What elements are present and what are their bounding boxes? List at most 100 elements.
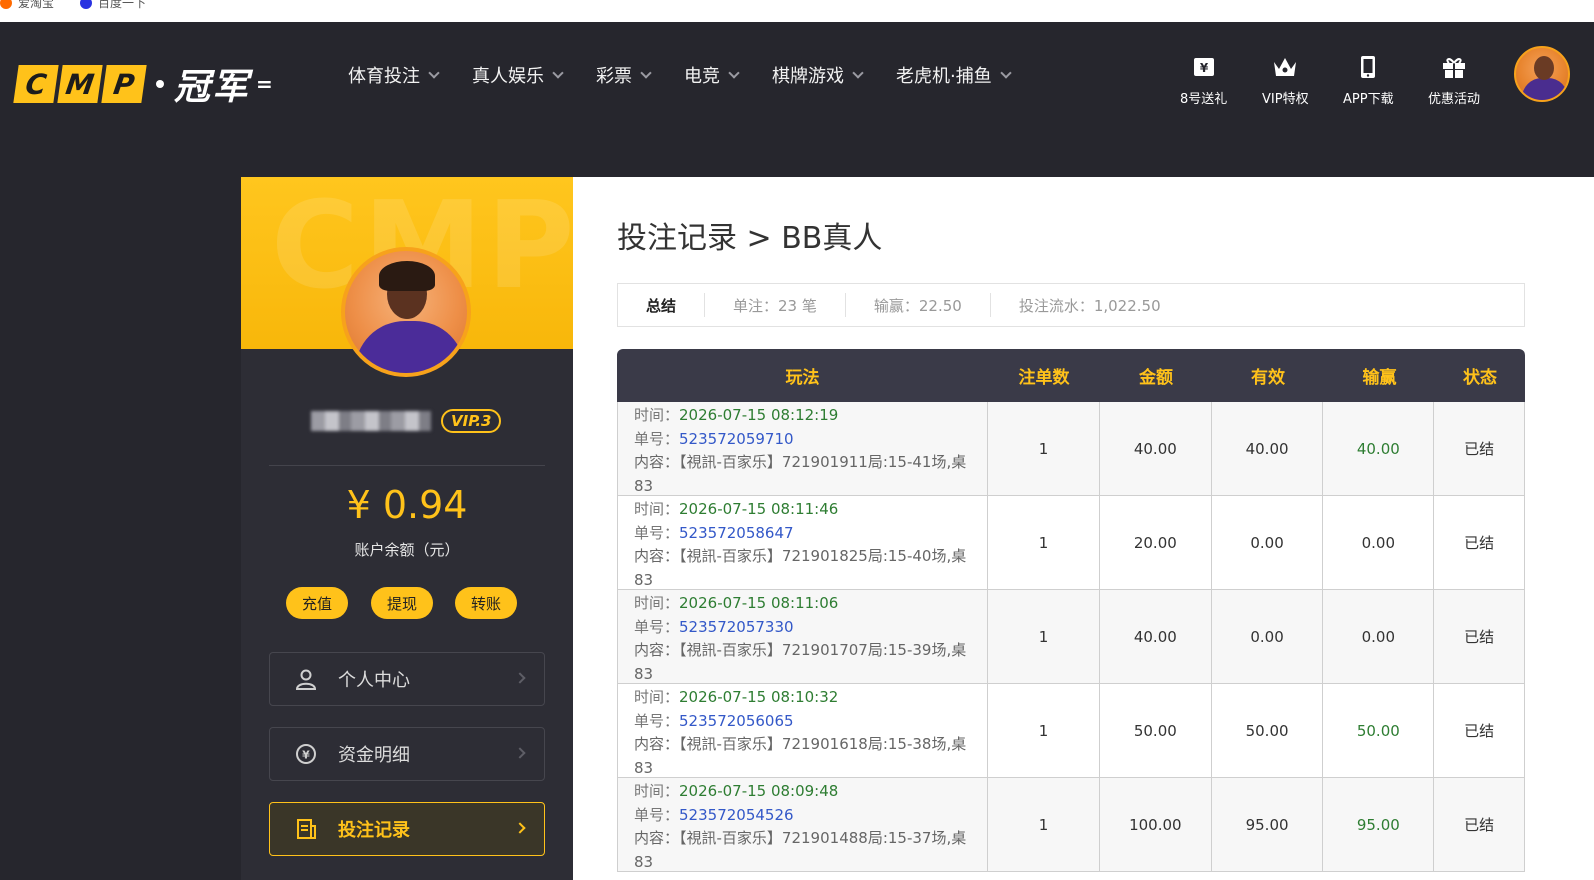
summary-turnover: 投注流水：1,022.50 (1018, 296, 1161, 315)
table-row: 时间：2026-07-15 08:10:32 单号：523572056065 内… (617, 684, 1525, 778)
bet-info-cell: 时间：2026-07-15 08:11:06 单号：523572057330 内… (618, 590, 989, 683)
bet-count-cell: 1 (988, 590, 1100, 683)
site-header: C M P 冠军 = 体育投注 真人娱乐 彩票 电竞 棋牌游戏 老虎机·捕鱼 ¥… (0, 22, 1594, 132)
bet-content: 【視訊-百家乐】721901911局:15-41场,桌83 (634, 453, 967, 495)
summary-label: 总结 (618, 293, 706, 317)
bet-time: 2026-07-15 08:10:32 (679, 688, 839, 706)
main-content: 投注记录 > BB真人 总结 单注：23 笔 输赢：22.50 投注流水：1,0… (573, 177, 1594, 880)
deposit-button[interactable]: 充值 (286, 587, 348, 619)
nav-lottery[interactable]: 彩票 (596, 62, 652, 88)
bookmarks-bar: 爱淘宝 百度一下 (0, 0, 1594, 22)
bet-amount-cell: 100.00 (1100, 778, 1212, 871)
bet-content: 【視訊-百家乐】721901707局:15-39场,桌83 (634, 641, 967, 683)
profile-avatar (341, 247, 471, 377)
menu-bet-records[interactable]: 投注记录 (269, 802, 545, 856)
table-body: 时间：2026-07-15 08:12:19 单号：523572059710 内… (617, 402, 1525, 872)
bet-content: 【視訊-百家乐】721901488局:15-37场,桌83 (634, 829, 967, 871)
winloss-cell: 0.00 (1323, 496, 1435, 589)
transfer-button[interactable]: 转账 (455, 587, 517, 619)
column-header: 注单数 (1018, 368, 1070, 388)
chevron-down-icon (552, 66, 564, 79)
logo-suffix: = (256, 72, 273, 96)
table-row: 时间：2026-07-15 08:12:19 单号：523572059710 内… (617, 402, 1525, 496)
chevron-down-icon (428, 66, 440, 79)
nav-chess-games[interactable]: 棋牌游戏 (772, 62, 864, 88)
column-header: 有效 (1251, 368, 1285, 388)
nav-esports[interactable]: 电竞 (684, 62, 740, 88)
table-row: 时间：2026-07-15 08:11:06 单号：523572057330 内… (617, 590, 1525, 684)
bookmark-baidu[interactable]: 百度一下 (80, 0, 146, 11)
status-cell: 已结 (1464, 628, 1495, 646)
summary-bar: 总结 单注：23 笔 输赢：22.50 投注流水：1,022.50 (617, 283, 1525, 327)
quick-link-promotions[interactable]: 优惠活动 (1428, 52, 1480, 107)
chevron-down-icon (1000, 66, 1012, 79)
status-cell: 已结 (1464, 534, 1495, 552)
status-cell: 已结 (1464, 440, 1495, 458)
bet-count-cell: 1 (988, 778, 1100, 871)
nav-sports[interactable]: 体育投注 (348, 62, 440, 88)
logo-letter: C (13, 65, 59, 103)
menu-personal-center[interactable]: 个人中心 (269, 652, 545, 706)
bet-content: 【視訊-百家乐】721901825局:15-40场,桌83 (634, 547, 967, 589)
withdraw-button[interactable]: 提现 (371, 587, 433, 619)
chevron-down-icon (640, 66, 652, 79)
table-row: 时间：2026-07-15 08:09:48 单号：523572054526 内… (617, 778, 1525, 872)
valid-bet-cell: 95.00 (1212, 778, 1324, 871)
nav-live-casino[interactable]: 真人娱乐 (472, 62, 564, 88)
gift-box-icon (1443, 58, 1465, 78)
logo-dot (156, 80, 164, 88)
table-header: 玩法 注单数 金额 有效 输赢 状态 (617, 349, 1525, 402)
quick-link-app[interactable]: APP下载 (1343, 52, 1394, 107)
user-icon (295, 669, 317, 690)
bet-count-cell: 1 (988, 402, 1100, 495)
user-avatar[interactable] (1514, 46, 1570, 102)
chevron-right-icon (514, 672, 526, 684)
bet-time: 2026-07-15 08:12:19 (679, 406, 839, 424)
status-cell: 已结 (1464, 816, 1495, 834)
winloss-cell: 0.00 (1323, 590, 1435, 683)
column-header: 输赢 (1362, 368, 1397, 388)
bet-info-cell: 时间：2026-07-15 08:12:19 单号：523572059710 内… (618, 402, 989, 495)
bet-order-number[interactable]: 523572059710 (679, 430, 794, 448)
bet-count-cell: 1 (988, 684, 1100, 777)
bet-order-number[interactable]: 523572054526 (679, 806, 794, 824)
valid-bet-cell: 0.00 (1212, 590, 1324, 683)
username: VIP.3 (311, 409, 502, 433)
table-row: 时间：2026-07-15 08:11:46 单号：523572058647 内… (617, 496, 1525, 590)
phone-icon (1361, 56, 1376, 78)
quick-link-vip[interactable]: VIP特权 (1262, 52, 1309, 107)
column-header: 金额 (1139, 368, 1173, 388)
bet-records-table: 玩法 注单数 金额 有效 输赢 状态 时间：2026-07-15 08:12:1… (617, 349, 1525, 872)
account-sidebar: CMP VIP.3 ¥ 0.94 账户余额（元） 充值 提现 转账 个人中心 ¥… (241, 177, 573, 880)
bookmark-taobao[interactable]: 爱淘宝 (0, 0, 54, 11)
svg-text:¥: ¥ (302, 749, 310, 762)
crown-icon (1274, 58, 1297, 76)
valid-bet-cell: 0.00 (1212, 496, 1324, 589)
logo-letter: P (101, 65, 147, 103)
bet-order-number[interactable]: 523572056065 (679, 712, 794, 730)
winloss-cell: 40.00 (1323, 402, 1435, 495)
quick-link-gift[interactable]: ¥ 8号送礼 (1180, 52, 1227, 107)
bet-order-number[interactable]: 523572058647 (679, 524, 794, 542)
bet-amount-cell: 40.00 (1100, 590, 1212, 683)
main-nav: 体育投注 真人娱乐 彩票 电竞 棋牌游戏 老虎机·捕鱼 (348, 62, 1044, 88)
bet-amount-cell: 20.00 (1100, 496, 1212, 589)
summary-bet-count: 单注：23 笔 (705, 293, 846, 317)
baidu-icon (80, 0, 92, 9)
chevron-right-icon (514, 822, 526, 834)
menu-fund-details[interactable]: ¥ 资金明细 (269, 727, 545, 781)
winloss-cell: 95.00 (1323, 778, 1435, 871)
valid-bet-cell: 40.00 (1212, 402, 1324, 495)
summary-winloss: 输赢：22.50 (846, 293, 991, 317)
bet-content: 【視訊-百家乐】721901618局:15-38场,桌83 (634, 735, 967, 777)
vip-badge: VIP.3 (441, 409, 502, 433)
bet-order-number[interactable]: 523572057330 (679, 618, 794, 636)
valid-bet-cell: 50.00 (1212, 684, 1324, 777)
nav-slots-fishing[interactable]: 老虎机·捕鱼 (896, 62, 1012, 88)
svg-text:¥: ¥ (1199, 61, 1208, 75)
divider (269, 465, 545, 466)
bet-time: 2026-07-15 08:09:48 (679, 782, 839, 800)
site-logo[interactable]: C M P 冠军 = (13, 58, 273, 110)
money-cycle-icon: ¥ (296, 744, 316, 764)
logo-letter: M (57, 65, 103, 103)
